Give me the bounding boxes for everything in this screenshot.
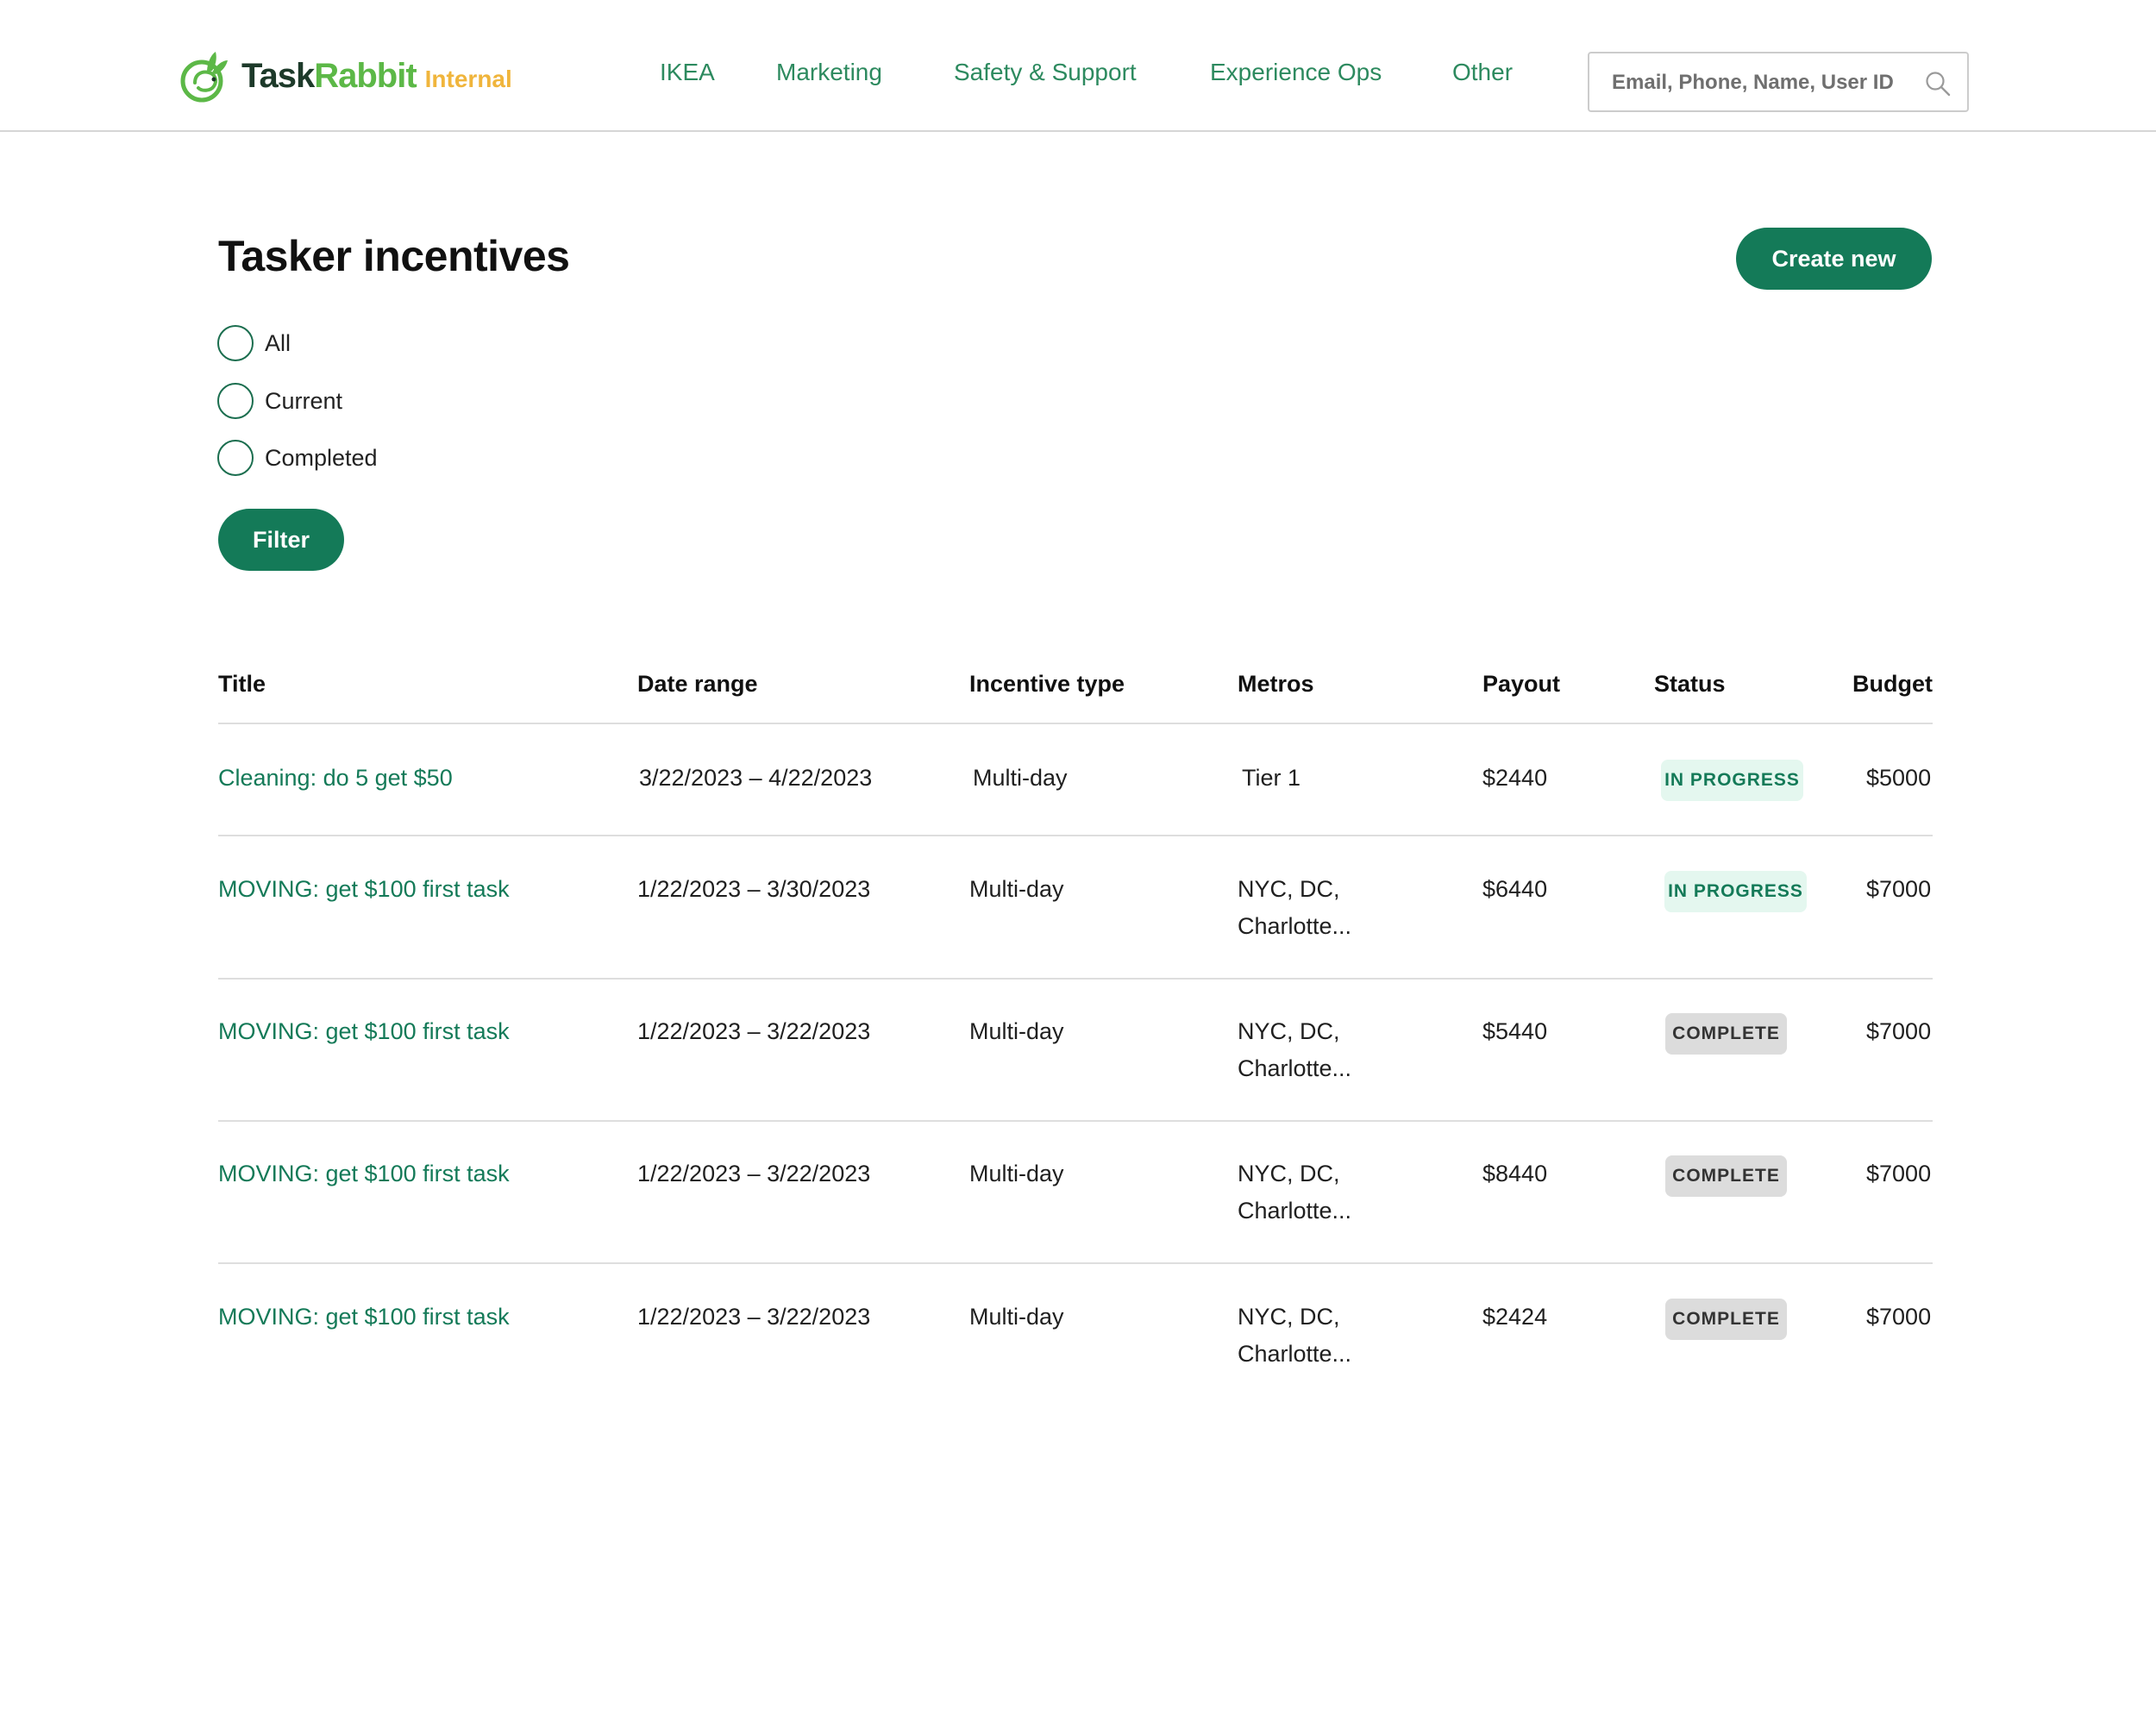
status-badge: COMPLETE — [1665, 1299, 1787, 1340]
payout-cell: $2440 — [1482, 765, 1548, 791]
logo-text-rabbit: Rabbit — [314, 56, 417, 95]
search-input[interactable] — [1612, 67, 1922, 98]
metros-cell-line-2: Charlotte... — [1238, 1198, 1352, 1224]
incentive-title-link[interactable]: MOVING: get $100 first task — [218, 1013, 510, 1050]
metros-cell-line-2: Charlotte... — [1238, 1055, 1352, 1081]
taskrabbit-logo[interactable]: Task Rabbit Internal — [176, 48, 512, 103]
column-header-date-range: Date range — [637, 671, 758, 697]
nav-item-experience-ops[interactable]: Experience Ops — [1210, 59, 1382, 86]
logo-text-internal: Internal — [424, 66, 512, 92]
nav-item-safety-support[interactable]: Safety & Support — [954, 59, 1137, 86]
page-title: Tasker incentives — [218, 232, 570, 280]
budget-cell: $7000 — [1866, 1304, 1932, 1330]
payout-cell: $8440 — [1482, 1161, 1548, 1186]
filter-label-completed: Completed — [265, 444, 378, 471]
create-new-button[interactable]: Create new — [1736, 228, 1932, 290]
user-search-box[interactable] — [1588, 52, 1969, 112]
metros-cell-line-1: NYC, DC, — [1238, 876, 1340, 902]
budget-cell: $5000 — [1866, 765, 1932, 791]
incentive-type-cell: Multi-day — [969, 1161, 1064, 1186]
incentive-title-link[interactable]: Cleaning: do 5 get $50 — [218, 760, 453, 797]
budget-cell: $7000 — [1866, 876, 1932, 902]
nav-item-other[interactable]: Other — [1452, 59, 1513, 86]
filter-option-all[interactable]: All — [217, 324, 291, 362]
top-navigation-bar: Task Rabbit Internal IKEA Marketing Safe… — [0, 0, 2156, 132]
radio-icon[interactable] — [217, 440, 254, 476]
budget-cell: $7000 — [1866, 1018, 1932, 1044]
metros-cell-line-1: NYC, DC, — [1238, 1161, 1340, 1186]
metros-cell: Tier 1 — [1242, 765, 1301, 791]
column-header-payout: Payout — [1482, 671, 1561, 697]
table-divider — [218, 978, 1933, 980]
incentive-title-link[interactable]: MOVING: get $100 first task — [218, 1155, 510, 1193]
table-divider — [218, 835, 1933, 836]
column-header-metros: Metros — [1238, 671, 1314, 697]
metros-cell-line-2: Charlotte... — [1238, 1341, 1352, 1367]
incentive-type-cell: Multi-day — [973, 765, 1068, 791]
nav-item-ikea[interactable]: IKEA — [660, 59, 715, 86]
search-icon[interactable] — [1924, 70, 1952, 97]
date-range-cell: 1/22/2023 – 3/30/2023 — [637, 876, 871, 902]
metros-cell-line-1: NYC, DC, — [1238, 1018, 1340, 1044]
payout-cell: $5440 — [1482, 1018, 1548, 1044]
column-header-title: Title — [218, 671, 266, 697]
budget-cell: $7000 — [1866, 1161, 1932, 1186]
payout-cell: $2424 — [1482, 1304, 1548, 1330]
column-header-budget: Budget — [1852, 671, 1933, 697]
incentive-title-link[interactable]: MOVING: get $100 first task — [218, 1299, 510, 1336]
payout-cell: $6440 — [1482, 876, 1548, 902]
date-range-cell: 1/22/2023 – 3/22/2023 — [637, 1018, 871, 1044]
metros-cell-line-2: Charlotte... — [1238, 913, 1352, 939]
date-range-cell: 1/22/2023 – 3/22/2023 — [637, 1161, 871, 1186]
logo-text-task: Task — [241, 56, 315, 95]
radio-icon[interactable] — [217, 325, 254, 361]
filter-option-current[interactable]: Current — [217, 382, 342, 420]
incentive-title-link[interactable]: MOVING: get $100 first task — [218, 871, 510, 908]
status-badge: COMPLETE — [1665, 1013, 1787, 1055]
column-header-status: Status — [1654, 671, 1726, 697]
table-divider — [218, 1262, 1933, 1264]
nav-item-marketing[interactable]: Marketing — [776, 59, 882, 86]
column-header-incentive-type: Incentive type — [969, 671, 1125, 697]
table-divider — [218, 723, 1933, 724]
filter-label-current: Current — [265, 387, 343, 414]
filter-option-completed[interactable]: Completed — [217, 439, 378, 477]
metros-cell-line-1: NYC, DC, — [1238, 1304, 1340, 1330]
date-range-cell: 1/22/2023 – 3/22/2023 — [637, 1304, 871, 1330]
incentive-type-cell: Multi-day — [969, 1018, 1064, 1044]
date-range-cell: 3/22/2023 – 4/22/2023 — [639, 765, 873, 791]
table-divider — [218, 1120, 1933, 1122]
incentive-type-cell: Multi-day — [969, 1304, 1064, 1330]
incentive-type-cell: Multi-day — [969, 876, 1064, 902]
filter-label-all: All — [265, 329, 291, 356]
radio-icon[interactable] — [217, 383, 254, 419]
status-badge: IN PROGRESS — [1661, 760, 1803, 801]
status-badge: COMPLETE — [1665, 1155, 1787, 1197]
rabbit-logo-icon — [180, 52, 228, 103]
status-badge: IN PROGRESS — [1664, 871, 1807, 912]
filter-button[interactable]: Filter — [218, 509, 344, 571]
